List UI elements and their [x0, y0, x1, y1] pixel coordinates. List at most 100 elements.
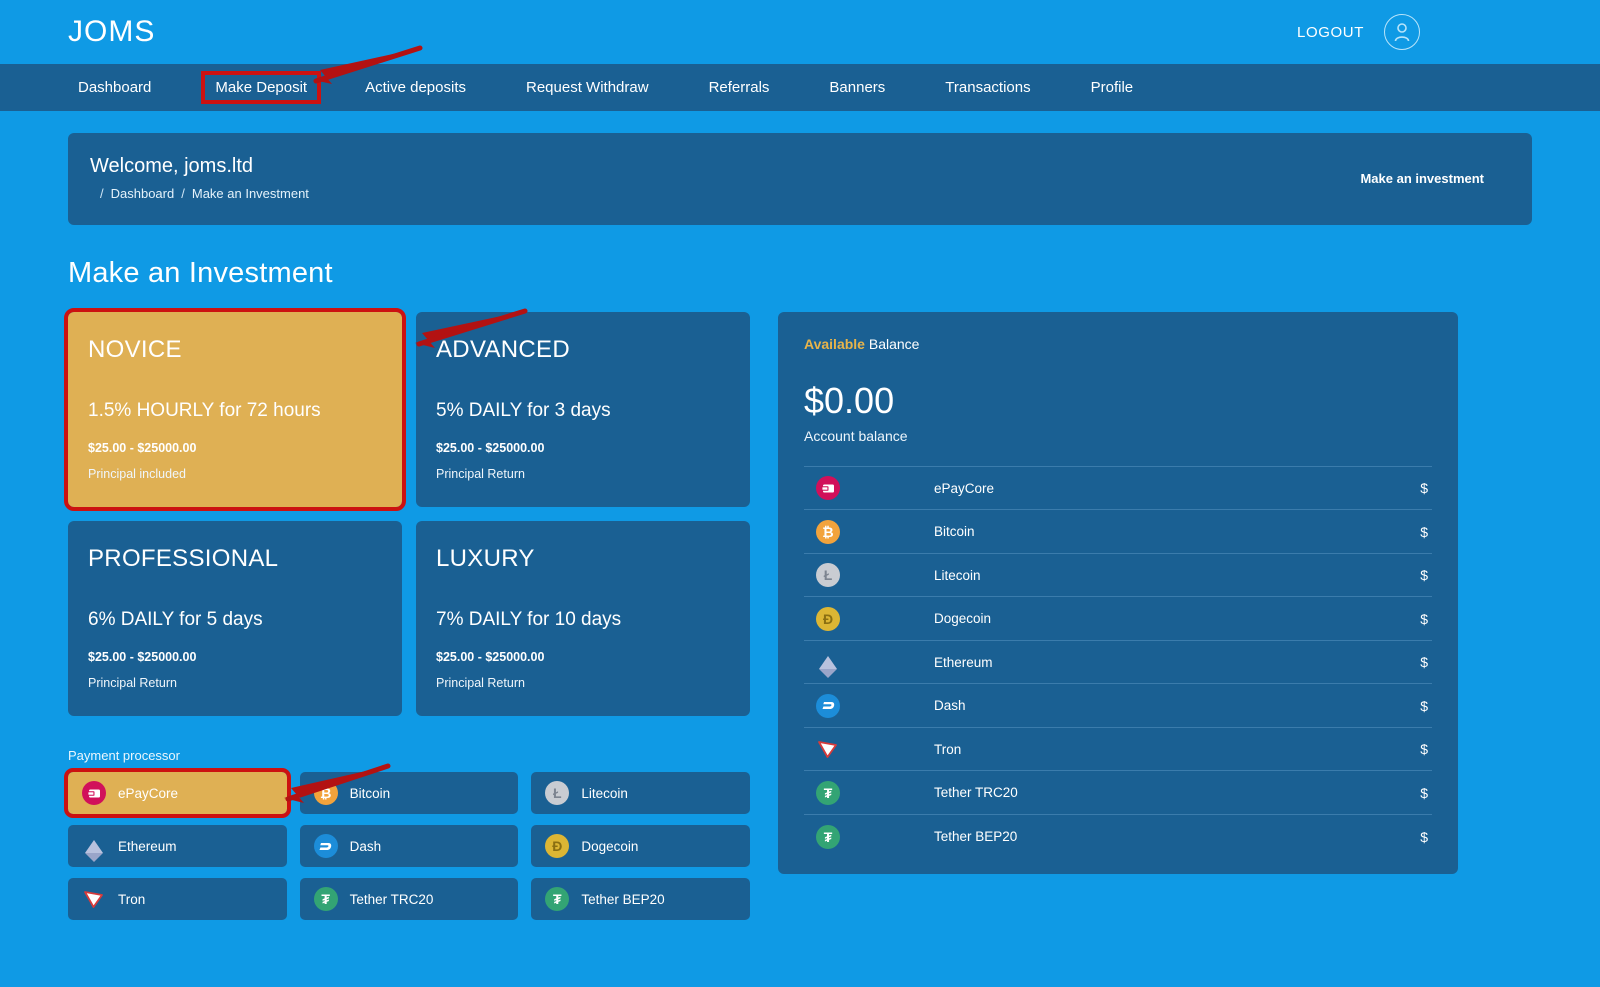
plan-card-luxury[interactable]: LUXURY 7% DAILY for 10 days $25.00 - $25…	[416, 521, 750, 716]
breadcrumb-item-dashboard[interactable]: Dashboard	[111, 186, 175, 201]
payment-option-dogecoin[interactable]: Đ Dogecoin	[531, 825, 750, 867]
dash-icon	[313, 834, 338, 858]
plan-principal: Principal Return	[436, 467, 525, 481]
balance-row-name: Dogecoin	[934, 611, 992, 627]
payment-option-tether-bep20[interactable]: ₮ Tether BEP20	[531, 878, 750, 920]
payment-option-epaycore[interactable]: ePayCore	[64, 768, 291, 818]
balance-row-value: $	[1420, 567, 1428, 584]
plan-range: $25.00 - $25000.00	[436, 650, 545, 664]
welcome-panel: Welcome, joms.ltd / Dashboard / Make an …	[68, 133, 1532, 225]
payment-processor-grid: ePayCore ₿ Bitcoin Ł Litecoin Ethereum D…	[64, 768, 750, 920]
payment-option-label: Ethereum	[118, 838, 177, 854]
dogecoin-icon: Đ	[545, 834, 570, 858]
balance-row-icon-cell	[804, 693, 934, 718]
investment-plans: NOVICE 1.5% HOURLY for 72 hours $25.00 -…	[64, 308, 750, 716]
balance-row-value: $	[1420, 480, 1428, 497]
make-an-investment-link[interactable]: Make an investment	[1360, 171, 1504, 186]
logout-button[interactable]: LOGOUT	[1297, 24, 1364, 41]
plan-range: $25.00 - $25000.00	[88, 441, 197, 455]
bitcoin-icon: ₿	[313, 781, 338, 805]
balance-row-bitcoin[interactable]: ₿ Bitcoin $	[804, 510, 1432, 554]
plan-card-professional[interactable]: PROFESSIONAL 6% DAILY for 5 days $25.00 …	[68, 521, 402, 716]
plan-card-novice[interactable]: NOVICE 1.5% HOURLY for 72 hours $25.00 -…	[64, 308, 406, 511]
payment-option-dash[interactable]: Dash	[299, 825, 519, 867]
balance-row-dash[interactable]: Dash $	[804, 684, 1432, 728]
balance-row-name: Tether TRC20	[934, 785, 1018, 801]
plan-range: $25.00 - $25000.00	[88, 650, 197, 664]
balance-amount: $0.00	[804, 380, 895, 421]
balance-row-tron[interactable]: Tron $	[804, 728, 1432, 772]
breadcrumb: / Dashboard / Make an Investment	[90, 186, 309, 201]
page-title: Make an Investment	[68, 257, 333, 289]
payment-option-label: Dash	[349, 838, 382, 854]
plan-name: LUXURY	[436, 545, 535, 572]
tether-icon: ₮	[545, 887, 570, 911]
dogecoin-icon: Đ	[816, 606, 840, 631]
balance-row-name: Ethereum	[934, 654, 993, 670]
litecoin-icon: Ł	[545, 781, 570, 805]
balance-row-value: $	[1420, 610, 1428, 627]
balance-row-value: $	[1420, 523, 1428, 540]
balance-heading-rest: Balance	[864, 336, 920, 352]
payment-option-label: ePayCore	[118, 785, 179, 801]
balance-row-icon-cell	[804, 737, 934, 761]
balance-row-name: ePayCore	[934, 480, 995, 496]
balance-row-name: Bitcoin	[934, 524, 975, 540]
balance-row-value: $	[1420, 828, 1428, 845]
payment-option-bitcoin[interactable]: ₿ Bitcoin	[299, 772, 519, 814]
balance-row-epaycore[interactable]: ePayCore $	[804, 467, 1432, 511]
main-navigation: Dashboard Make Deposit Active deposits R…	[0, 64, 1600, 111]
balance-row-tether-bep20[interactable]: ₮ Tether BEP20 $	[804, 815, 1432, 859]
plan-rate: 5% DAILY for 3 days	[436, 400, 611, 421]
payment-option-label: Bitcoin	[349, 785, 391, 801]
balance-subtitle: Account balance	[804, 427, 908, 444]
balance-row-icon-cell: ₮	[804, 824, 934, 849]
nav-item-make-deposit[interactable]: Make Deposit	[201, 71, 322, 104]
epaycore-icon	[816, 476, 840, 501]
bitcoin-icon: ₿	[816, 519, 840, 544]
user-avatar-icon[interactable]	[1384, 14, 1420, 50]
left-column: NOVICE 1.5% HOURLY for 72 hours $25.00 -…	[64, 308, 750, 920]
litecoin-icon: Ł	[816, 563, 840, 588]
payment-option-tron[interactable]: Tron	[68, 878, 287, 920]
nav-item-profile[interactable]: Profile	[1081, 73, 1144, 102]
main-grid: NOVICE 1.5% HOURLY for 72 hours $25.00 -…	[64, 308, 1532, 920]
dash-icon	[816, 693, 840, 718]
balance-row-icon-cell: ₮	[804, 780, 934, 805]
nav-item-active-deposits[interactable]: Active deposits	[355, 73, 476, 102]
ethereum-icon	[82, 834, 106, 862]
balance-row-icon-cell: Đ	[804, 606, 934, 631]
plan-principal: Principal included	[88, 467, 186, 481]
plan-card-advanced[interactable]: ADVANCED 5% DAILY for 3 days $25.00 - $2…	[416, 312, 750, 507]
nav-item-dashboard[interactable]: Dashboard	[68, 73, 161, 102]
right-column: Available Balance $0.00 Account balance	[778, 312, 1458, 874]
balance-row-litecoin[interactable]: Ł Litecoin $	[804, 554, 1432, 598]
page-content: Welcome, joms.ltd / Dashboard / Make an …	[0, 111, 1600, 920]
nav-item-referrals[interactable]: Referrals	[699, 73, 780, 102]
balance-row-value: $	[1420, 654, 1428, 671]
payment-option-label: Dogecoin	[581, 838, 639, 854]
balance-row-ethereum[interactable]: Ethereum $	[804, 641, 1432, 685]
nav-item-banners[interactable]: Banners	[819, 73, 895, 102]
balance-row-dogecoin[interactable]: Đ Dogecoin $	[804, 597, 1432, 641]
balance-row-tether-trc20[interactable]: ₮ Tether TRC20 $	[804, 771, 1432, 815]
balance-row-icon-cell	[804, 650, 934, 678]
nav-item-request-withdraw[interactable]: Request Withdraw	[516, 73, 659, 102]
payment-option-tether-trc20[interactable]: ₮ Tether TRC20	[299, 878, 519, 920]
balance-list: ePayCore $ ₿ Bitcoin $ Ł Litecoin $ Đ Do…	[804, 465, 1432, 859]
payment-option-ethereum[interactable]: Ethereum	[68, 825, 287, 867]
welcome-title: Welcome, joms.ltd	[90, 155, 254, 177]
payment-processor-label: Payment processor	[68, 748, 180, 763]
plan-principal: Principal Return	[88, 676, 177, 690]
payment-option-litecoin[interactable]: Ł Litecoin	[531, 772, 750, 814]
app-logo[interactable]: JOMS	[68, 17, 155, 47]
plan-rate: 1.5% HOURLY for 72 hours	[88, 400, 321, 421]
balance-row-value: $	[1420, 697, 1428, 714]
breadcrumb-separator: /	[181, 186, 185, 201]
ethereum-icon	[816, 650, 840, 678]
tether-icon: ₮	[313, 887, 338, 911]
payment-option-label: Tron	[118, 891, 146, 907]
nav-item-transactions[interactable]: Transactions	[935, 73, 1040, 102]
payment-option-label: Tether TRC20	[349, 891, 434, 907]
balance-row-name: Tether BEP20	[934, 829, 1018, 845]
